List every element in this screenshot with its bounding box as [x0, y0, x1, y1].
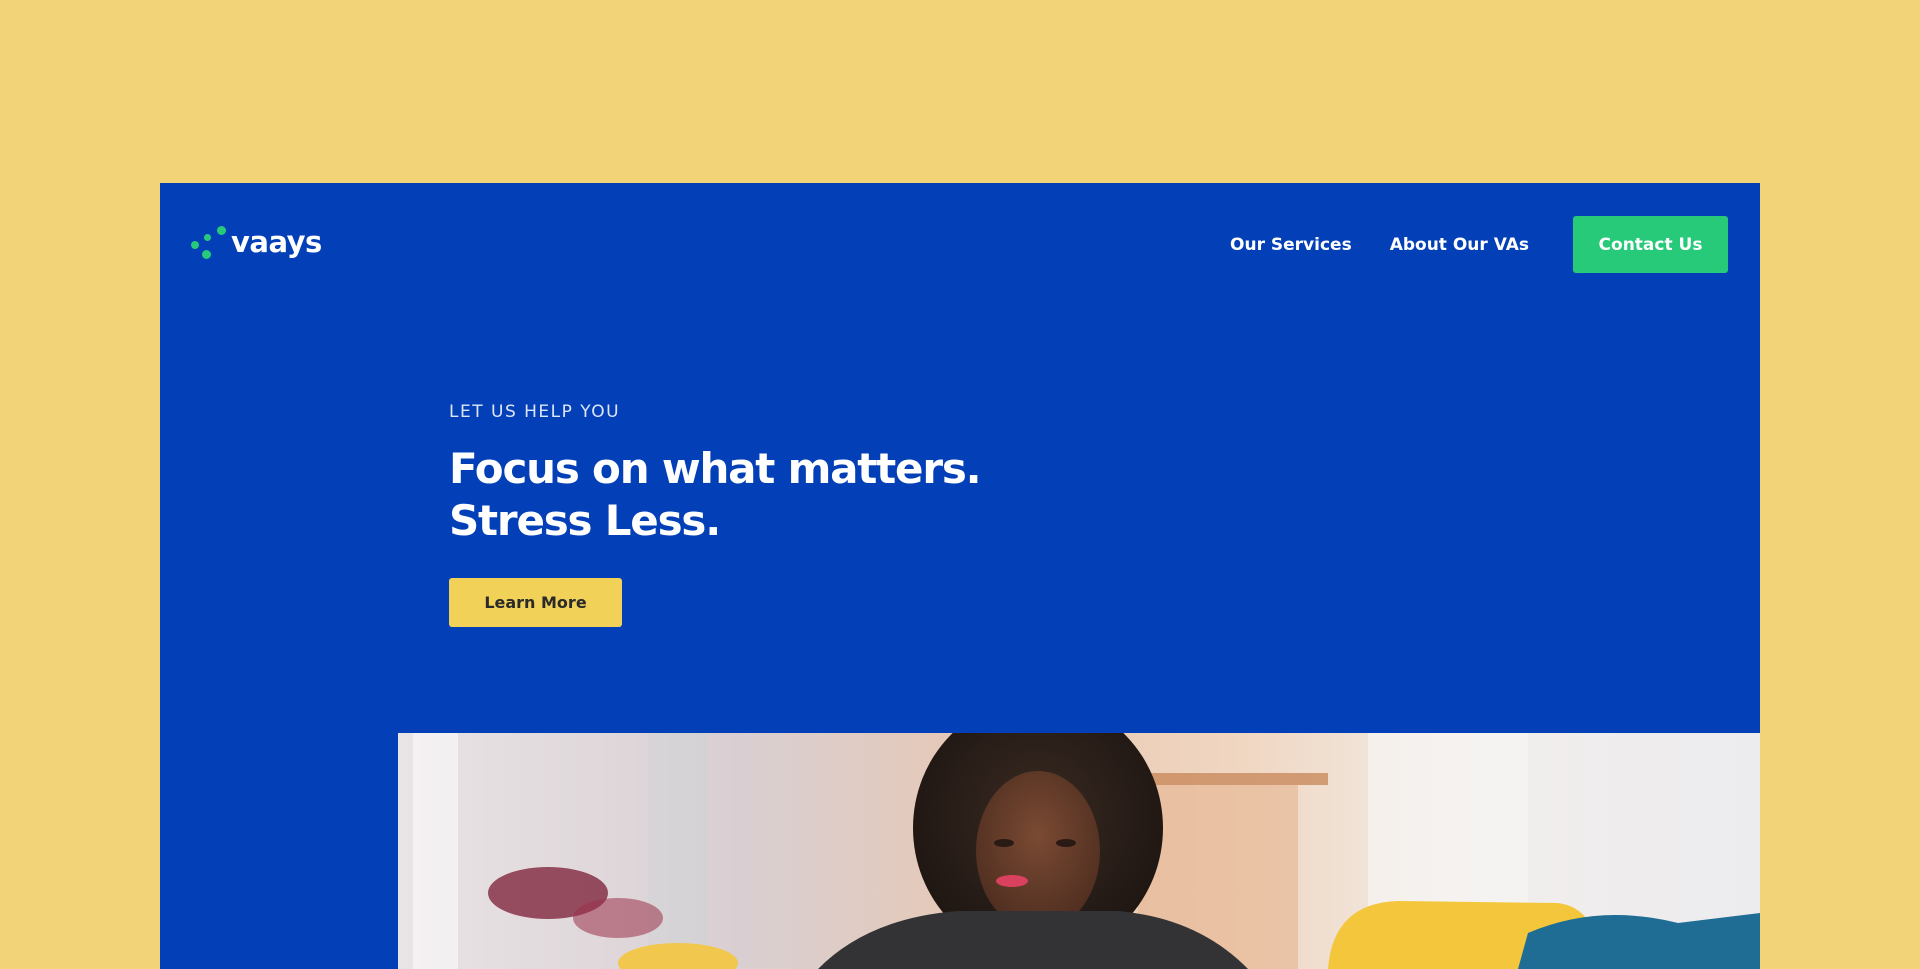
hero-content: LET US HELP YOU Focus on what matters. S… — [449, 402, 982, 627]
hero-headline-line-2: Stress Less. — [449, 496, 721, 545]
hero-eyebrow: LET US HELP YOU — [449, 402, 621, 422]
brand-name: vaays — [231, 225, 322, 259]
hero-headline-line-1: Focus on what matters. — [449, 444, 982, 493]
contact-us-button[interactable]: Contact Us — [1573, 216, 1728, 273]
nav-link-our-services[interactable]: Our Services — [1230, 235, 1352, 255]
hero-photo — [398, 733, 1760, 969]
learn-more-button[interactable]: Learn More — [449, 578, 622, 627]
logo-dots-icon — [191, 226, 229, 260]
main-nav: Our Services About Our VAs Contact Us — [1230, 216, 1728, 273]
nav-link-about-our-vas[interactable]: About Our VAs — [1390, 235, 1529, 255]
hero-frame: vaays Our Services About Our VAs Contact… — [160, 183, 1760, 969]
brand-logo[interactable]: vaays — [191, 225, 322, 260]
hero-photo-image — [398, 733, 1760, 969]
hero-headline: Focus on what matters. Stress Less. — [449, 443, 982, 547]
